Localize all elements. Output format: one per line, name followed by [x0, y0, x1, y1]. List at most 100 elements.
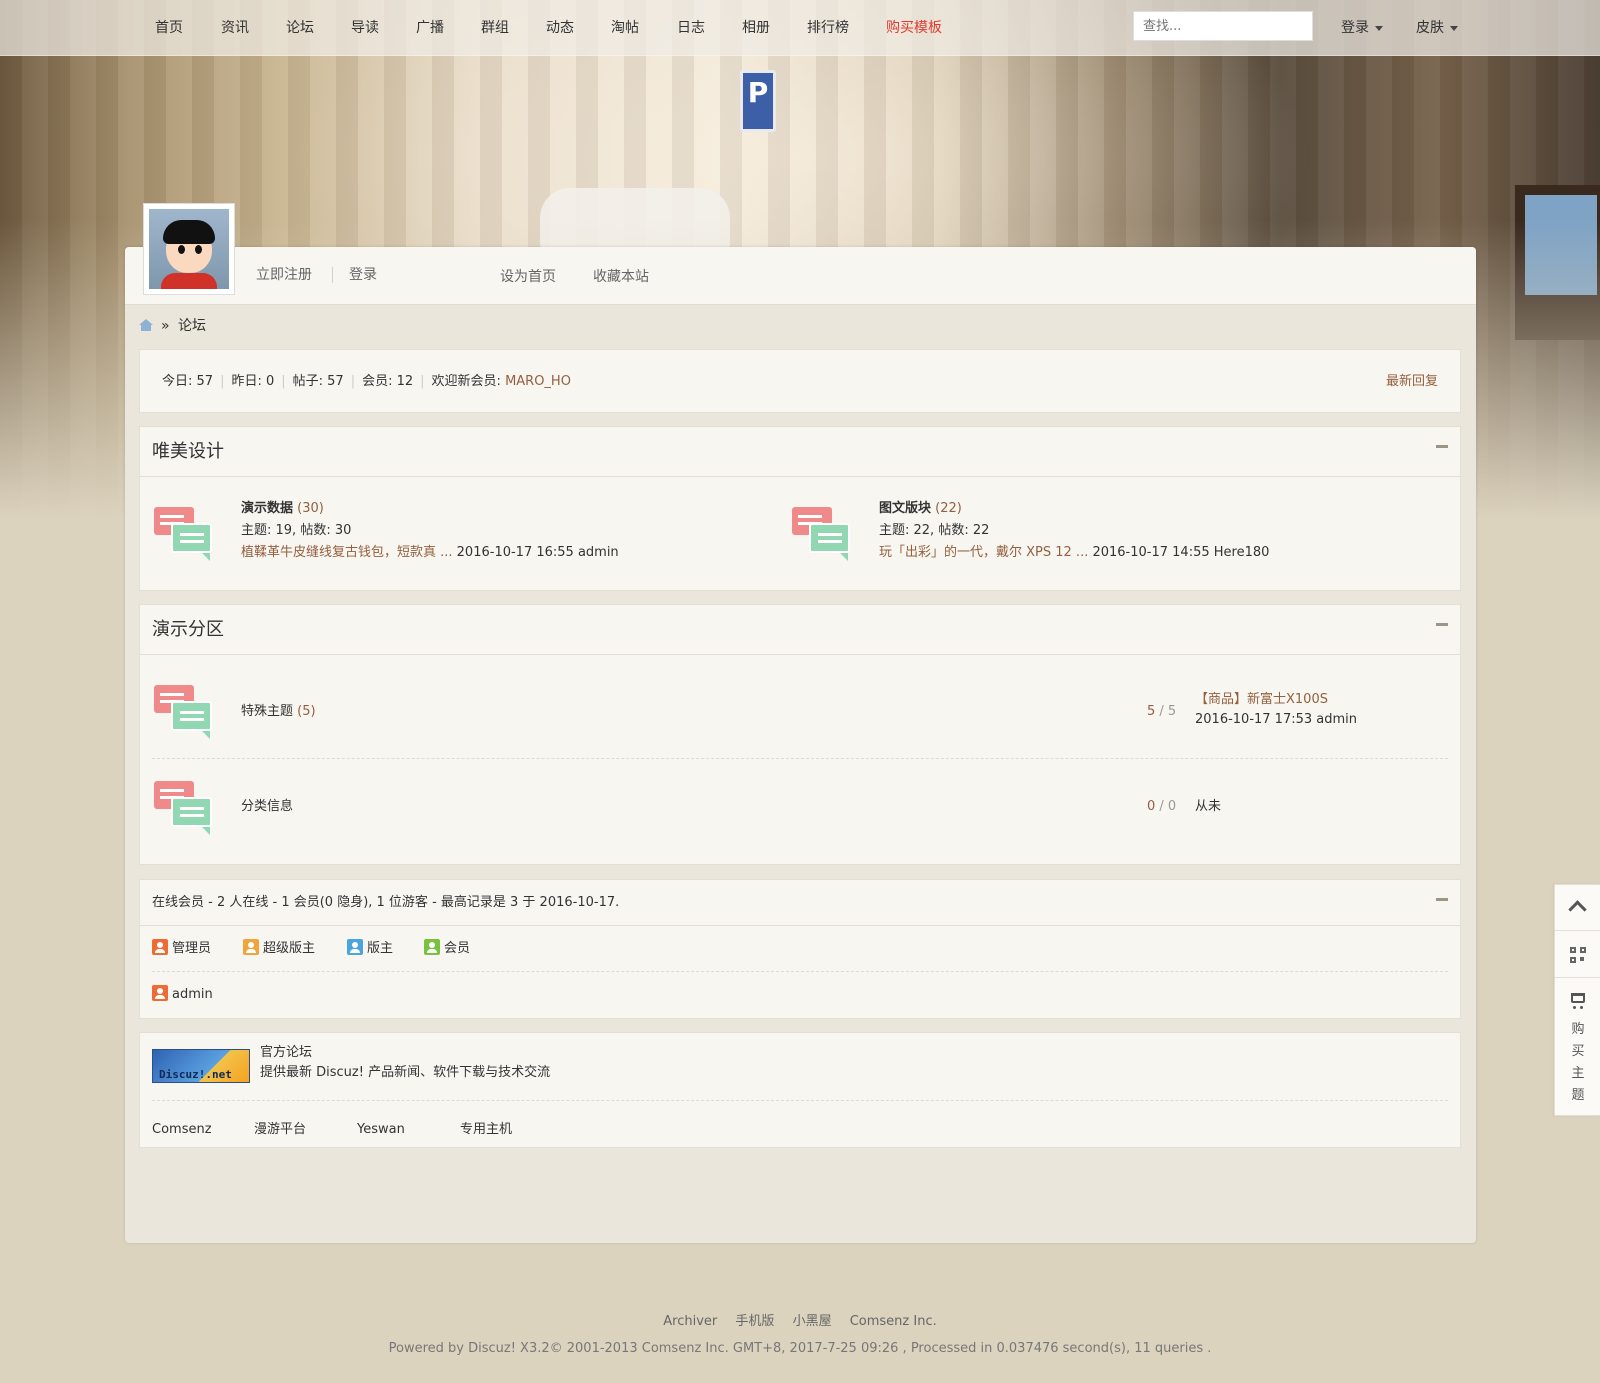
- login-dropdown[interactable]: 登录: [1341, 0, 1383, 56]
- last-post-link[interactable]: 玩「出彩」的一代，戴尔 XPS 12 ...: [879, 545, 1088, 560]
- forum-post-count: / 5: [1155, 704, 1177, 719]
- main-content: 立即注册 登录 设为首页 收藏本站 » 论坛 今日: 57 | 昨日: 0 | 帖子: …: [125, 247, 1476, 1243]
- forum-name-link[interactable]: 图文版块: [879, 501, 931, 516]
- forum-meta: 主题: 19, 帖数: 30: [241, 523, 352, 538]
- partner-link-comsenz[interactable]: Comsenz: [152, 1119, 212, 1141]
- back-to-top-icon[interactable]: [1555, 885, 1600, 931]
- home-icon[interactable]: [139, 319, 153, 331]
- nav-item-guide[interactable]: 导读: [351, 0, 379, 56]
- buy-theme-label: 购 买 主 题: [1571, 1022, 1585, 1103]
- category-title[interactable]: 唯美设计: [152, 427, 224, 477]
- chevron-down-icon: [1375, 25, 1383, 31]
- last-post-info: 2016-10-17 16:55 admin: [452, 545, 619, 560]
- stat-posts-label: 帖子:: [292, 374, 328, 389]
- forum-item-demo-data: 演示数据 (30) 主题: 19, 帖数: 30 植鞣革牛皮缝线复古钱包，短款真…: [241, 498, 619, 564]
- partner-link-manyou[interactable]: 漫游平台: [254, 1119, 306, 1141]
- stat-posts-value: 57: [327, 374, 344, 389]
- newest-member-link[interactable]: MARO_HO: [505, 374, 571, 389]
- official-forum-desc: 提供最新 Discuz! 产品新闻、软件下载与技术交流: [260, 1065, 551, 1080]
- stats-line: 今日: 57 | 昨日: 0 | 帖子: 57 | 会员: 12 | 欢迎新会员: MARO_H…: [162, 374, 571, 389]
- floating-toolbar: 购 买 主 题: [1554, 884, 1600, 1116]
- admin-user-icon: [152, 939, 168, 955]
- banner-board-shape: [1515, 185, 1600, 340]
- forum-name-link[interactable]: 演示数据: [241, 501, 293, 516]
- top-navigation: 首页 资讯 论坛 导读 广播 群组 动态 淘帖 日志 相册 排行榜 购买模板 登…: [0, 0, 1600, 56]
- last-post-info: 2016-10-17 17:53 admin: [1195, 712, 1358, 727]
- category-title[interactable]: 演示分区: [152, 605, 224, 655]
- forum-icon: [154, 685, 214, 739]
- super-moderator-user-icon: [243, 939, 259, 955]
- footer-link-comsenz[interactable]: Comsenz Inc.: [850, 1314, 937, 1329]
- qrcode-icon[interactable]: [1555, 932, 1600, 978]
- forum-item-image-text: 图文版块 (22) 主题: 22, 帖数: 22 玩「出彩」的一代，戴尔 XPS…: [879, 498, 1269, 564]
- latest-replies-link[interactable]: 最新回复: [1386, 350, 1438, 414]
- forum-icon: [792, 507, 852, 561]
- collapse-icon[interactable]: [1436, 623, 1448, 626]
- last-post-info: 2016-10-17 14:55 Here180: [1088, 545, 1270, 560]
- category-header: 演示分区: [140, 605, 1460, 655]
- forum-thread-post-count: 0 / 0: [1147, 796, 1176, 818]
- footer-link-archiver[interactable]: Archiver: [663, 1314, 717, 1329]
- nav-item-forum[interactable]: 论坛: [286, 0, 314, 56]
- online-user[interactable]: admin: [152, 984, 213, 1006]
- online-summary[interactable]: 在线会员 - 2 人在线 - 1 会员(0 隐身), 1 位游客 - 最高记录是…: [152, 880, 619, 926]
- forum-item-classified: 分类信息: [241, 796, 293, 818]
- search-input[interactable]: [1133, 11, 1313, 41]
- official-forum-link[interactable]: 官方论坛 提供最新 Discuz! 产品新闻、软件下载与技术交流: [260, 1043, 550, 1083]
- last-post-info: 从未: [1195, 799, 1222, 814]
- discuz-logo-text: Discuz!.net: [159, 1068, 232, 1081]
- last-post-link[interactable]: 植鞣革牛皮缝线复古钱包，短款真 ...: [241, 545, 453, 560]
- register-link[interactable]: 立即注册: [256, 247, 312, 305]
- footer-link-blacklist[interactable]: 小黑屋: [793, 1314, 832, 1329]
- buy-theme-button[interactable]: 购 买 主 题: [1555, 979, 1600, 1115]
- forum-post-count: / 0: [1155, 799, 1177, 814]
- user-bar: 立即注册 登录 设为首页 收藏本站: [125, 247, 1476, 305]
- welcome-label: 欢迎新会员:: [431, 374, 506, 389]
- cart-icon: [1571, 993, 1585, 1009]
- nav-item-buy-template[interactable]: 购买模板: [886, 0, 942, 56]
- login-link[interactable]: 登录: [349, 247, 377, 305]
- nav-item-broadcast[interactable]: 广播: [416, 0, 444, 56]
- admin-user-icon: [152, 985, 168, 1001]
- stat-today-value: 57: [196, 374, 214, 389]
- online-user-name: admin: [172, 987, 213, 1002]
- discuz-logo[interactable]: Discuz!.net: [152, 1049, 250, 1083]
- collapse-icon[interactable]: [1436, 445, 1448, 448]
- set-homepage-link[interactable]: 设为首页: [500, 247, 556, 305]
- forum-name-link[interactable]: 特殊主题: [241, 704, 293, 719]
- nav-item-ranking[interactable]: 排行榜: [807, 0, 849, 56]
- nav-item-blog[interactable]: 日志: [677, 0, 705, 56]
- nav-item-home[interactable]: 首页: [155, 0, 183, 56]
- skin-dropdown[interactable]: 皮肤: [1416, 0, 1458, 56]
- nav-item-album[interactable]: 相册: [742, 0, 770, 56]
- forum-thread-post-count: 5 / 5: [1147, 701, 1176, 723]
- nav-item-collections[interactable]: 淘帖: [611, 0, 639, 56]
- partner-link-yeswan[interactable]: Yeswan: [357, 1119, 405, 1141]
- category-panel-demo: 演示分区 特殊主题 (5) 5 / 5 【商品】新富士X100S 2016-10…: [139, 604, 1461, 865]
- forum-last-post: 【商品】新富士X100S 2016-10-17 17:53 admin: [1195, 690, 1357, 730]
- last-post-link[interactable]: 【商品】新富士X100S: [1195, 690, 1357, 710]
- divider: [332, 267, 333, 283]
- banner-car-shape: [540, 188, 730, 248]
- partner-link-hosting[interactable]: 专用主机: [460, 1119, 512, 1141]
- bookmark-site-link[interactable]: 收藏本站: [593, 247, 649, 305]
- forum-icon: [154, 781, 214, 835]
- collapse-icon[interactable]: [1436, 898, 1448, 901]
- row-divider: [152, 971, 1448, 972]
- forum-item-special-topics: 特殊主题 (5): [241, 701, 316, 723]
- forum-name-link[interactable]: 分类信息: [241, 799, 293, 814]
- breadcrumb-current[interactable]: 论坛: [178, 318, 206, 334]
- category-panel-design: 唯美设计 演示数据 (30) 主题: 19, 帖数: 30 植鞣革牛皮缝线复古钱…: [139, 426, 1461, 591]
- avatar[interactable]: [143, 203, 235, 295]
- stat-yesterday-value: 0: [265, 374, 275, 389]
- nav-item-activity[interactable]: 动态: [546, 0, 574, 56]
- forum-stats-bar: 今日: 57 | 昨日: 0 | 帖子: 57 | 会员: 12 | 欢迎新会员: MARO_H…: [139, 349, 1461, 413]
- footer-link-mobile[interactable]: 手机版: [735, 1314, 774, 1329]
- login-dropdown-label: 登录: [1341, 20, 1369, 36]
- stat-members-label: 会员:: [362, 374, 397, 389]
- forum-today-count: (22): [935, 501, 962, 516]
- nav-item-news[interactable]: 资讯: [221, 0, 249, 56]
- nav-item-groups[interactable]: 群组: [481, 0, 509, 56]
- legend-admin: 管理员: [152, 938, 211, 960]
- legend-label: 会员: [444, 941, 471, 956]
